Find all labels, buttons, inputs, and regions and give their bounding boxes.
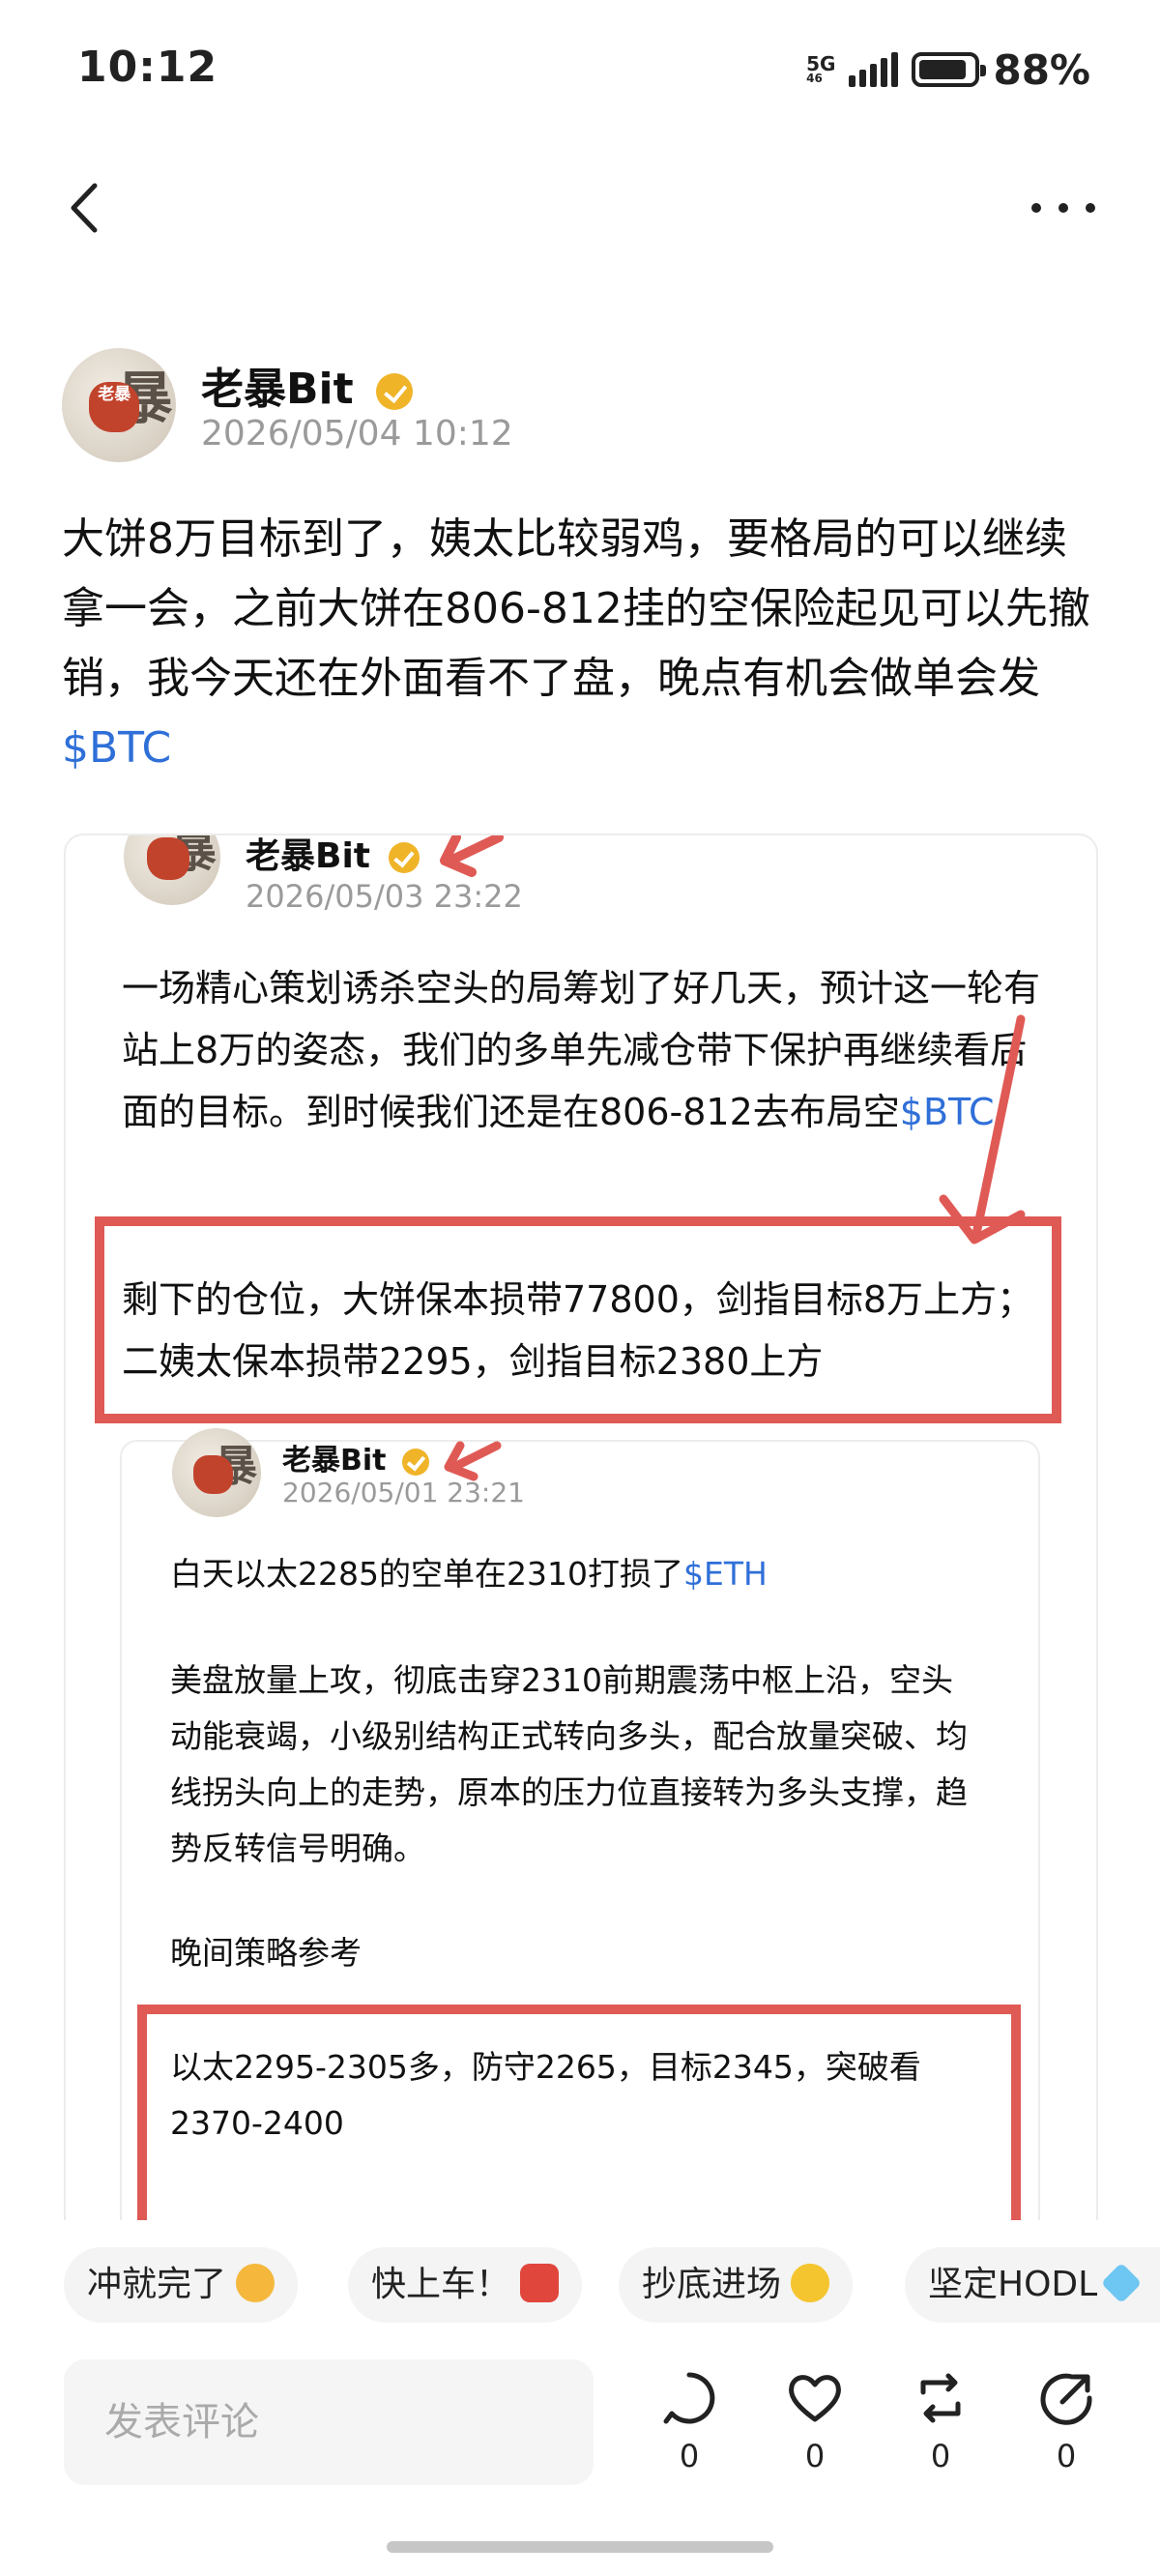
quick-reactions: 冲就完了 快上车！ 抄底进场 坚定HODL [0,2220,1160,2336]
quote-author-name: 老暴Bit [246,835,420,878]
nested-quote-strategy-title: 晚间策略参考 [170,1934,362,1972]
reaction-label: 坚定HODL [928,2265,1098,2304]
share-button[interactable]: 0 [1023,2369,1110,2485]
repost-button[interactable]: 0 [897,2369,984,2485]
battery-percent: 88% [993,45,1090,94]
back-icon[interactable] [58,174,116,242]
nested-quote-author-text: 老暴Bit [282,1444,387,1478]
car-emoji-icon [520,2264,560,2302]
repost-icon [920,2373,961,2423]
strategy-highlight-box [137,2005,1021,2256]
comment-button[interactable]: 0 [646,2369,733,2485]
more-options-icon[interactable] [1025,184,1102,232]
author-name-text[interactable]: 老暴Bit [201,365,354,414]
quote-body: 一场精心策划诱杀空头的局筹划了好几天，预计这一轮有站上8万的姿态，我们的多单先减… [122,957,1050,1143]
verified-badge-icon [401,1448,429,1476]
reaction-chip-hodl[interactable]: 坚定HODL [905,2247,1160,2323]
like-button[interactable]: 0 [771,2369,858,2485]
comment-count: 0 [679,2438,700,2474]
reaction-label: 快上车！ [371,2265,511,2304]
comment-input[interactable]: 发表评论 [64,2359,594,2485]
reaction-chip-board[interactable]: 快上车！ [348,2247,583,2323]
sunglasses-emoji-icon [791,2264,830,2302]
reaction-label: 冲就完了 [87,2265,227,2304]
like-count: 0 [804,2438,826,2474]
nested-quote-author-name: 老暴Bit [282,1436,429,1478]
status-time: 10:12 [77,43,218,92]
post-body-text: 大饼8万目标到了，姨太比较弱鸡，要格局的可以继续拿一会，之前大饼在806-812… [62,514,1090,703]
nested-quote-paragraph: 美盘放量上攻，彻底击穿2310前期震荡中枢上沿，空头动能衰竭，小级别结构正式转向… [170,1661,968,1867]
nested-quote-line1-text: 白天以太2285的空单在2310打损了 [170,1555,683,1593]
network-icon: 5G 46 [806,52,836,85]
reaction-chip-buy-dip[interactable]: 抄底进场 [619,2247,854,2323]
home-indicator[interactable] [387,2541,773,2553]
signal-strength-icon [849,52,899,87]
quoted-post[interactable]: 暴 老暴Bit 老暴Bit 2026/05/03 23:22 一场精心策划诱杀空… [64,834,1098,2284]
post-time: 2026/05/04 10:12 [201,414,513,454]
quote-author-text: 老暴Bit [246,836,370,876]
nested-quote-time: 2026/05/01 23:21 [282,1477,525,1508]
quote-time: 2026/05/03 23:22 [246,878,523,915]
share-icon [1040,2373,1092,2425]
comment-icon [663,2372,715,2424]
quote-avatar: 暴 老暴Bit [124,835,220,905]
repost-count: 0 [930,2438,951,2474]
battery-icon [912,52,987,87]
status-bar: 10:12 5G 46 88% [0,0,1160,145]
share-count: 0 [1056,2438,1077,2474]
reaction-chip-charge[interactable]: 冲就完了 [64,2247,299,2323]
author-name[interactable]: 老暴Bit [201,354,413,416]
network-sub-label: 46 [806,72,823,85]
post-tag-btc[interactable]: $BTC [62,723,171,773]
diamond-emoji-icon [1100,2262,1143,2304]
network-label: 5G [806,52,836,75]
status-icons: 5G 46 88% [806,41,1090,99]
red-pointer-arrow-icon [939,1014,1026,1244]
nested-quote-tag-eth[interactable]: $ETH [683,1555,768,1593]
heart-icon [789,2375,841,2422]
verified-badge-icon [388,842,420,873]
avatar[interactable]: 暴 老暴 [62,348,176,462]
nested-quote-avatar: 暴 [172,1428,261,1517]
fist-emoji-icon [236,2264,276,2302]
verified-badge-icon [375,373,413,410]
nested-quote-line1: 白天以太2285的空单在2310打损了$ETH [170,1546,1001,1602]
nested-quoted-post[interactable]: 暴 老暴Bit 2026/05/01 23:21 白天以太2285的空单在231… [120,1428,1040,2282]
post-body: 大饼8万目标到了，姨太比较弱鸡，要格局的可以继续拿一会，之前大饼在806-812… [62,505,1106,783]
reaction-label: 抄底进场 [642,2265,782,2304]
